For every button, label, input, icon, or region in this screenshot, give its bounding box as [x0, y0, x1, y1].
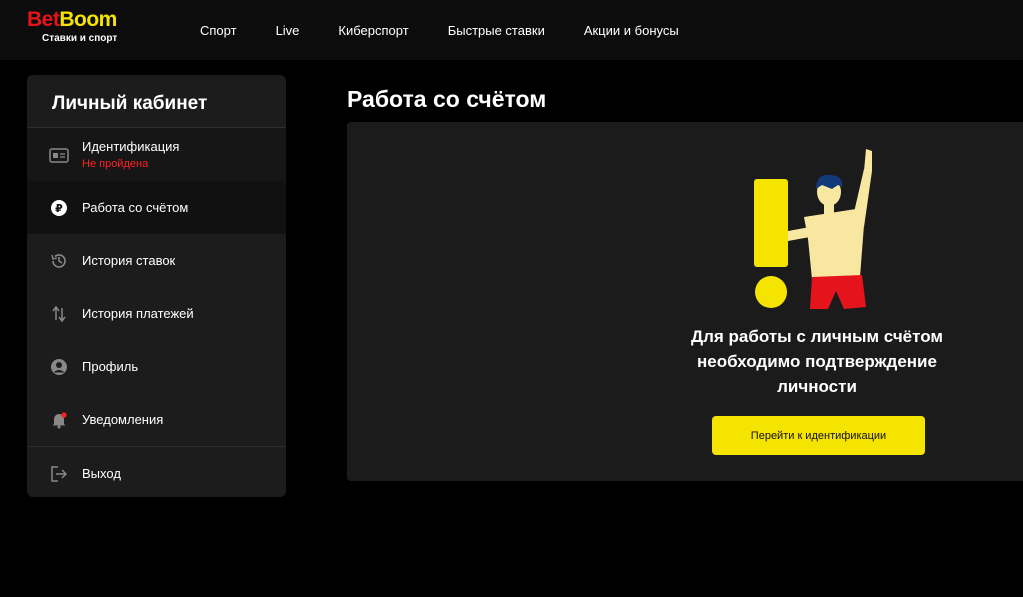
- verification-card: Для работы с личным счётом необходимо по…: [347, 122, 1023, 481]
- svg-text:₽: ₽: [55, 202, 63, 215]
- account-sidebar: Личный кабинет Идентификация Не пройдена…: [27, 75, 286, 497]
- user-icon: [49, 357, 69, 377]
- sidebar-item-notifications[interactable]: Уведомления: [27, 393, 286, 446]
- logo-boom: Boom: [59, 8, 117, 31]
- main-nav: Спорт Live Киберспорт Быстрые ставки Акц…: [200, 0, 718, 60]
- go-to-identification-button[interactable]: Перейти к идентификации: [712, 416, 925, 455]
- verification-illustration: [754, 149, 872, 309]
- logo[interactable]: BetBoom Ставки и спорт: [27, 8, 117, 45]
- logo-tagline: Ставки и спорт: [42, 33, 118, 44]
- sidebar-item-label: История платежей: [82, 306, 194, 321]
- sidebar-item-account[interactable]: ₽ Работа со счётом: [27, 181, 286, 234]
- sidebar-item-bet-history[interactable]: История ставок: [27, 234, 286, 287]
- logo-wordmark: BetBoom: [27, 8, 117, 32]
- sidebar-item-profile[interactable]: Профиль: [27, 340, 286, 393]
- history-icon: [49, 251, 69, 271]
- nav-esports[interactable]: Киберспорт: [338, 23, 408, 38]
- sidebar-item-label: Идентификация: [82, 139, 180, 154]
- sidebar-item-label: Уведомления: [82, 412, 164, 427]
- sidebar-item-payment-history[interactable]: История платежей: [27, 287, 286, 340]
- identification-status: Не пройдена: [82, 158, 149, 170]
- sidebar-item-label: Профиль: [82, 359, 139, 374]
- bell-icon: [49, 410, 69, 430]
- sidebar-item-label: Выход: [82, 466, 121, 481]
- nav-promotions[interactable]: Акции и бонусы: [584, 23, 679, 38]
- nav-live[interactable]: Live: [276, 23, 300, 38]
- verification-message: Для работы с личным счётом необходимо по…: [691, 327, 943, 396]
- logo-bet: Bet: [27, 8, 60, 31]
- sidebar-item-label: История ставок: [82, 253, 176, 268]
- nav-sport[interactable]: Спорт: [200, 23, 237, 38]
- top-header: BetBoom Ставки и спорт Спорт Live Киберс…: [0, 0, 1023, 60]
- ruble-icon: ₽: [49, 198, 69, 218]
- nav-fast-bets[interactable]: Быстрые ставки: [448, 23, 545, 38]
- logout-icon: [49, 464, 69, 484]
- transfer-arrows-icon: [49, 304, 69, 324]
- sidebar-item-identification[interactable]: Идентификация Не пройдена: [27, 128, 286, 181]
- id-card-icon: [49, 145, 69, 165]
- page-title: Работа со счётом: [347, 86, 547, 112]
- sidebar-title: Личный кабинет: [27, 75, 286, 128]
- sidebar-item-label: Работа со счётом: [82, 200, 189, 215]
- sidebar-item-logout[interactable]: Выход: [27, 447, 286, 497]
